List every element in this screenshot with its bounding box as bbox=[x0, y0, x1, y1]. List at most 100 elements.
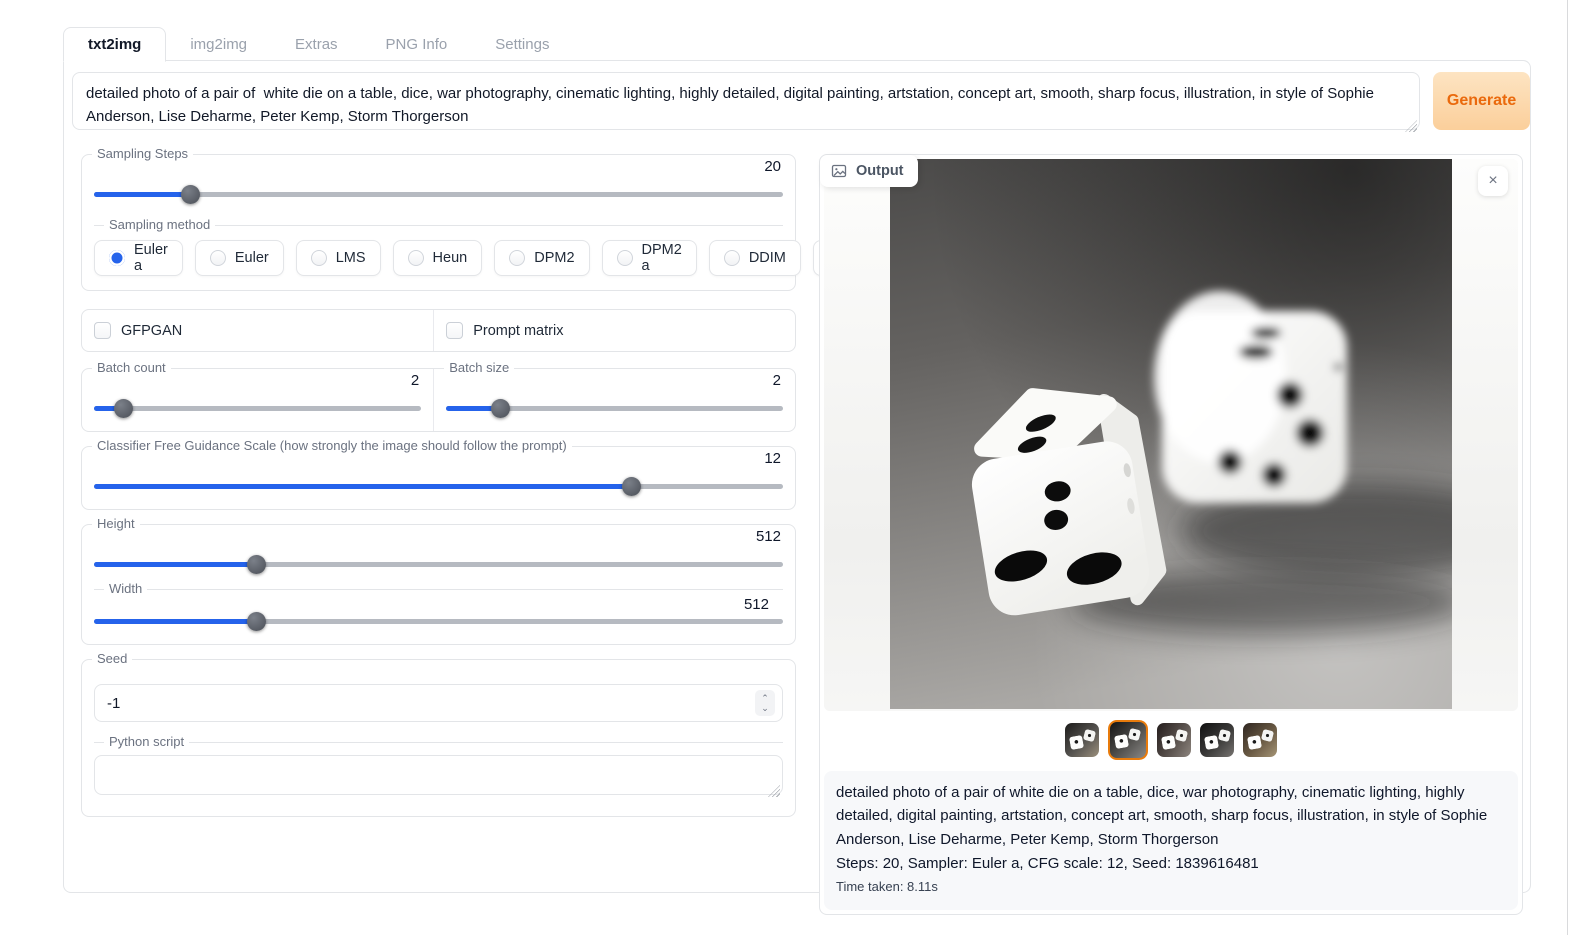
output-caption: detailed photo of a pair of white die on… bbox=[824, 771, 1518, 910]
height-value: 512 bbox=[756, 528, 781, 545]
image-letterbox-left bbox=[824, 159, 890, 711]
output-panel: Output × bbox=[819, 154, 1523, 915]
seed-label: Seed bbox=[92, 651, 132, 666]
toggles-row: GFPGAN Prompt matrix bbox=[81, 309, 796, 352]
radio-icon[interactable] bbox=[509, 250, 525, 266]
radio-label: Euler bbox=[235, 250, 269, 266]
gfpgan-label: GFPGAN bbox=[121, 323, 182, 339]
radio-icon[interactable] bbox=[210, 250, 226, 266]
height-label: Height bbox=[92, 516, 140, 531]
radio-icon[interactable] bbox=[311, 250, 327, 266]
cfg-scale-value: 12 bbox=[764, 450, 781, 467]
batch-size-value: 2 bbox=[773, 372, 781, 389]
radio-label: DPM2 bbox=[534, 250, 574, 266]
output-thumbnail-2[interactable] bbox=[1108, 720, 1148, 760]
batch-size-label: Batch size bbox=[444, 360, 514, 375]
python-script-section: Python script bbox=[94, 742, 783, 800]
sampling-method-option-ddim[interactable]: DDIM bbox=[709, 240, 801, 276]
python-script-input[interactable] bbox=[94, 755, 783, 795]
stepper-up-icon[interactable]: ⌃ bbox=[761, 694, 769, 703]
slider-knob[interactable] bbox=[247, 555, 266, 574]
sampling-steps-label: Sampling Steps bbox=[92, 146, 193, 161]
sampling-steps-value: 20 bbox=[764, 158, 781, 175]
settings-column: Sampling Steps 20 Sampling method Euler … bbox=[81, 154, 796, 915]
output-thumbnail-5[interactable] bbox=[1243, 723, 1277, 757]
radio-icon[interactable] bbox=[724, 250, 740, 266]
radio-label: DPM2 a bbox=[642, 242, 682, 274]
tab-bar: txt2imgimg2imgExtrasPNG InfoSettings bbox=[63, 26, 573, 61]
radio-icon[interactable] bbox=[617, 250, 633, 266]
cfg-scale-slider[interactable] bbox=[94, 477, 783, 495]
output-image-stage[interactable] bbox=[824, 159, 1518, 711]
seed-stepper[interactable]: ⌃ ⌄ bbox=[755, 690, 775, 716]
batch-count-value: 2 bbox=[411, 372, 419, 389]
stepper-down-icon[interactable]: ⌄ bbox=[761, 704, 769, 713]
output-panel-header: Output bbox=[820, 155, 918, 187]
thumbnail-strip bbox=[820, 717, 1522, 763]
generated-image-dice[interactable] bbox=[890, 159, 1452, 709]
slider-knob[interactable] bbox=[181, 185, 200, 204]
output-thumbnail-3[interactable] bbox=[1157, 723, 1191, 757]
prompt-matrix-checkbox[interactable] bbox=[446, 322, 463, 339]
slider-knob[interactable] bbox=[247, 612, 266, 631]
batch-count-slider[interactable] bbox=[94, 399, 421, 417]
height-slider[interactable] bbox=[94, 555, 783, 573]
width-label: Width bbox=[104, 581, 147, 596]
sampling-group: Sampling Steps 20 Sampling method Euler … bbox=[81, 154, 796, 291]
cfg-scale-group: Classifier Free Guidance Scale (how stro… bbox=[81, 446, 796, 510]
radio-icon[interactable] bbox=[408, 250, 424, 266]
batch-count-label: Batch count bbox=[92, 360, 171, 375]
radio-label: Euler a bbox=[134, 242, 168, 274]
tab-img2img[interactable]: img2img bbox=[166, 28, 271, 61]
prompt-matrix-option[interactable]: Prompt matrix bbox=[446, 322, 783, 339]
sampling-method-option-dpm2-a[interactable]: DPM2 a bbox=[602, 240, 697, 276]
slider-knob[interactable] bbox=[491, 399, 510, 418]
prompt-input[interactable]: detailed photo of a pair of white die on… bbox=[72, 72, 1420, 130]
batch-row: Batch count 2 Batch size 2 bbox=[81, 368, 796, 432]
output-thumbnail-1[interactable] bbox=[1065, 723, 1099, 757]
seed-script-group: Seed ⌃ ⌄ Python script bbox=[81, 659, 796, 817]
sampling-method-option-lms[interactable]: LMS bbox=[296, 240, 381, 276]
sampling-method-option-euler-a[interactable]: Euler a bbox=[94, 240, 183, 276]
gfpgan-option[interactable]: GFPGAN bbox=[94, 322, 421, 339]
caption-prompt-text: detailed photo of a pair of white die on… bbox=[836, 781, 1506, 851]
python-script-label: Python script bbox=[104, 734, 189, 749]
image-letterbox-right bbox=[1450, 159, 1518, 711]
tab-txt2img[interactable]: txt2img bbox=[63, 27, 166, 62]
image-icon bbox=[831, 163, 847, 179]
gfpgan-checkbox[interactable] bbox=[94, 322, 111, 339]
sampling-method-option-dpm2[interactable]: DPM2 bbox=[494, 240, 589, 276]
sampling-steps-slider[interactable] bbox=[94, 185, 783, 203]
width-section: Width 512 bbox=[94, 589, 783, 630]
slider-knob[interactable] bbox=[622, 477, 641, 496]
tab-settings[interactable]: Settings bbox=[471, 28, 573, 61]
tab-extras[interactable]: Extras bbox=[271, 28, 362, 61]
cfg-scale-label: Classifier Free Guidance Scale (how stro… bbox=[92, 438, 572, 453]
sampling-method-section: Sampling method Euler aEulerLMSHeunDPM2D… bbox=[94, 225, 783, 276]
seed-input[interactable] bbox=[94, 684, 783, 722]
sampling-method-label: Sampling method bbox=[104, 217, 215, 232]
slider-knob[interactable] bbox=[114, 399, 133, 418]
batch-size-slider[interactable] bbox=[446, 399, 783, 417]
sampling-method-option-euler[interactable]: Euler bbox=[195, 240, 284, 276]
txt2img-panel: detailed photo of a pair of white die on… bbox=[63, 60, 1531, 893]
prompt-row: detailed photo of a pair of white die on… bbox=[72, 72, 1530, 135]
output-thumbnail-4[interactable] bbox=[1200, 723, 1234, 757]
radio-label: LMS bbox=[336, 250, 366, 266]
radio-label: DDIM bbox=[749, 250, 786, 266]
radio-icon[interactable] bbox=[109, 250, 125, 266]
close-output-button[interactable]: × bbox=[1478, 166, 1508, 196]
radio-label: Heun bbox=[433, 250, 468, 266]
page-scroll-edge bbox=[1567, 0, 1568, 935]
dimensions-group: Height 512 Width 512 bbox=[81, 524, 796, 645]
width-slider[interactable] bbox=[94, 612, 783, 630]
tab-png-info[interactable]: PNG Info bbox=[362, 28, 472, 61]
generate-button[interactable]: Generate bbox=[1433, 72, 1530, 130]
sampling-method-options: Euler aEulerLMSHeunDPM2DPM2 aDDIMPLMS bbox=[94, 240, 783, 276]
sampling-method-option-heun[interactable]: Heun bbox=[393, 240, 483, 276]
caption-time-text: Time taken: 8.11s bbox=[836, 879, 1506, 894]
width-value: 512 bbox=[744, 596, 769, 613]
caption-params-text: Steps: 20, Sampler: Euler a, CFG scale: … bbox=[836, 853, 1506, 876]
output-panel-label: Output bbox=[856, 163, 904, 179]
prompt-matrix-label: Prompt matrix bbox=[473, 323, 563, 339]
